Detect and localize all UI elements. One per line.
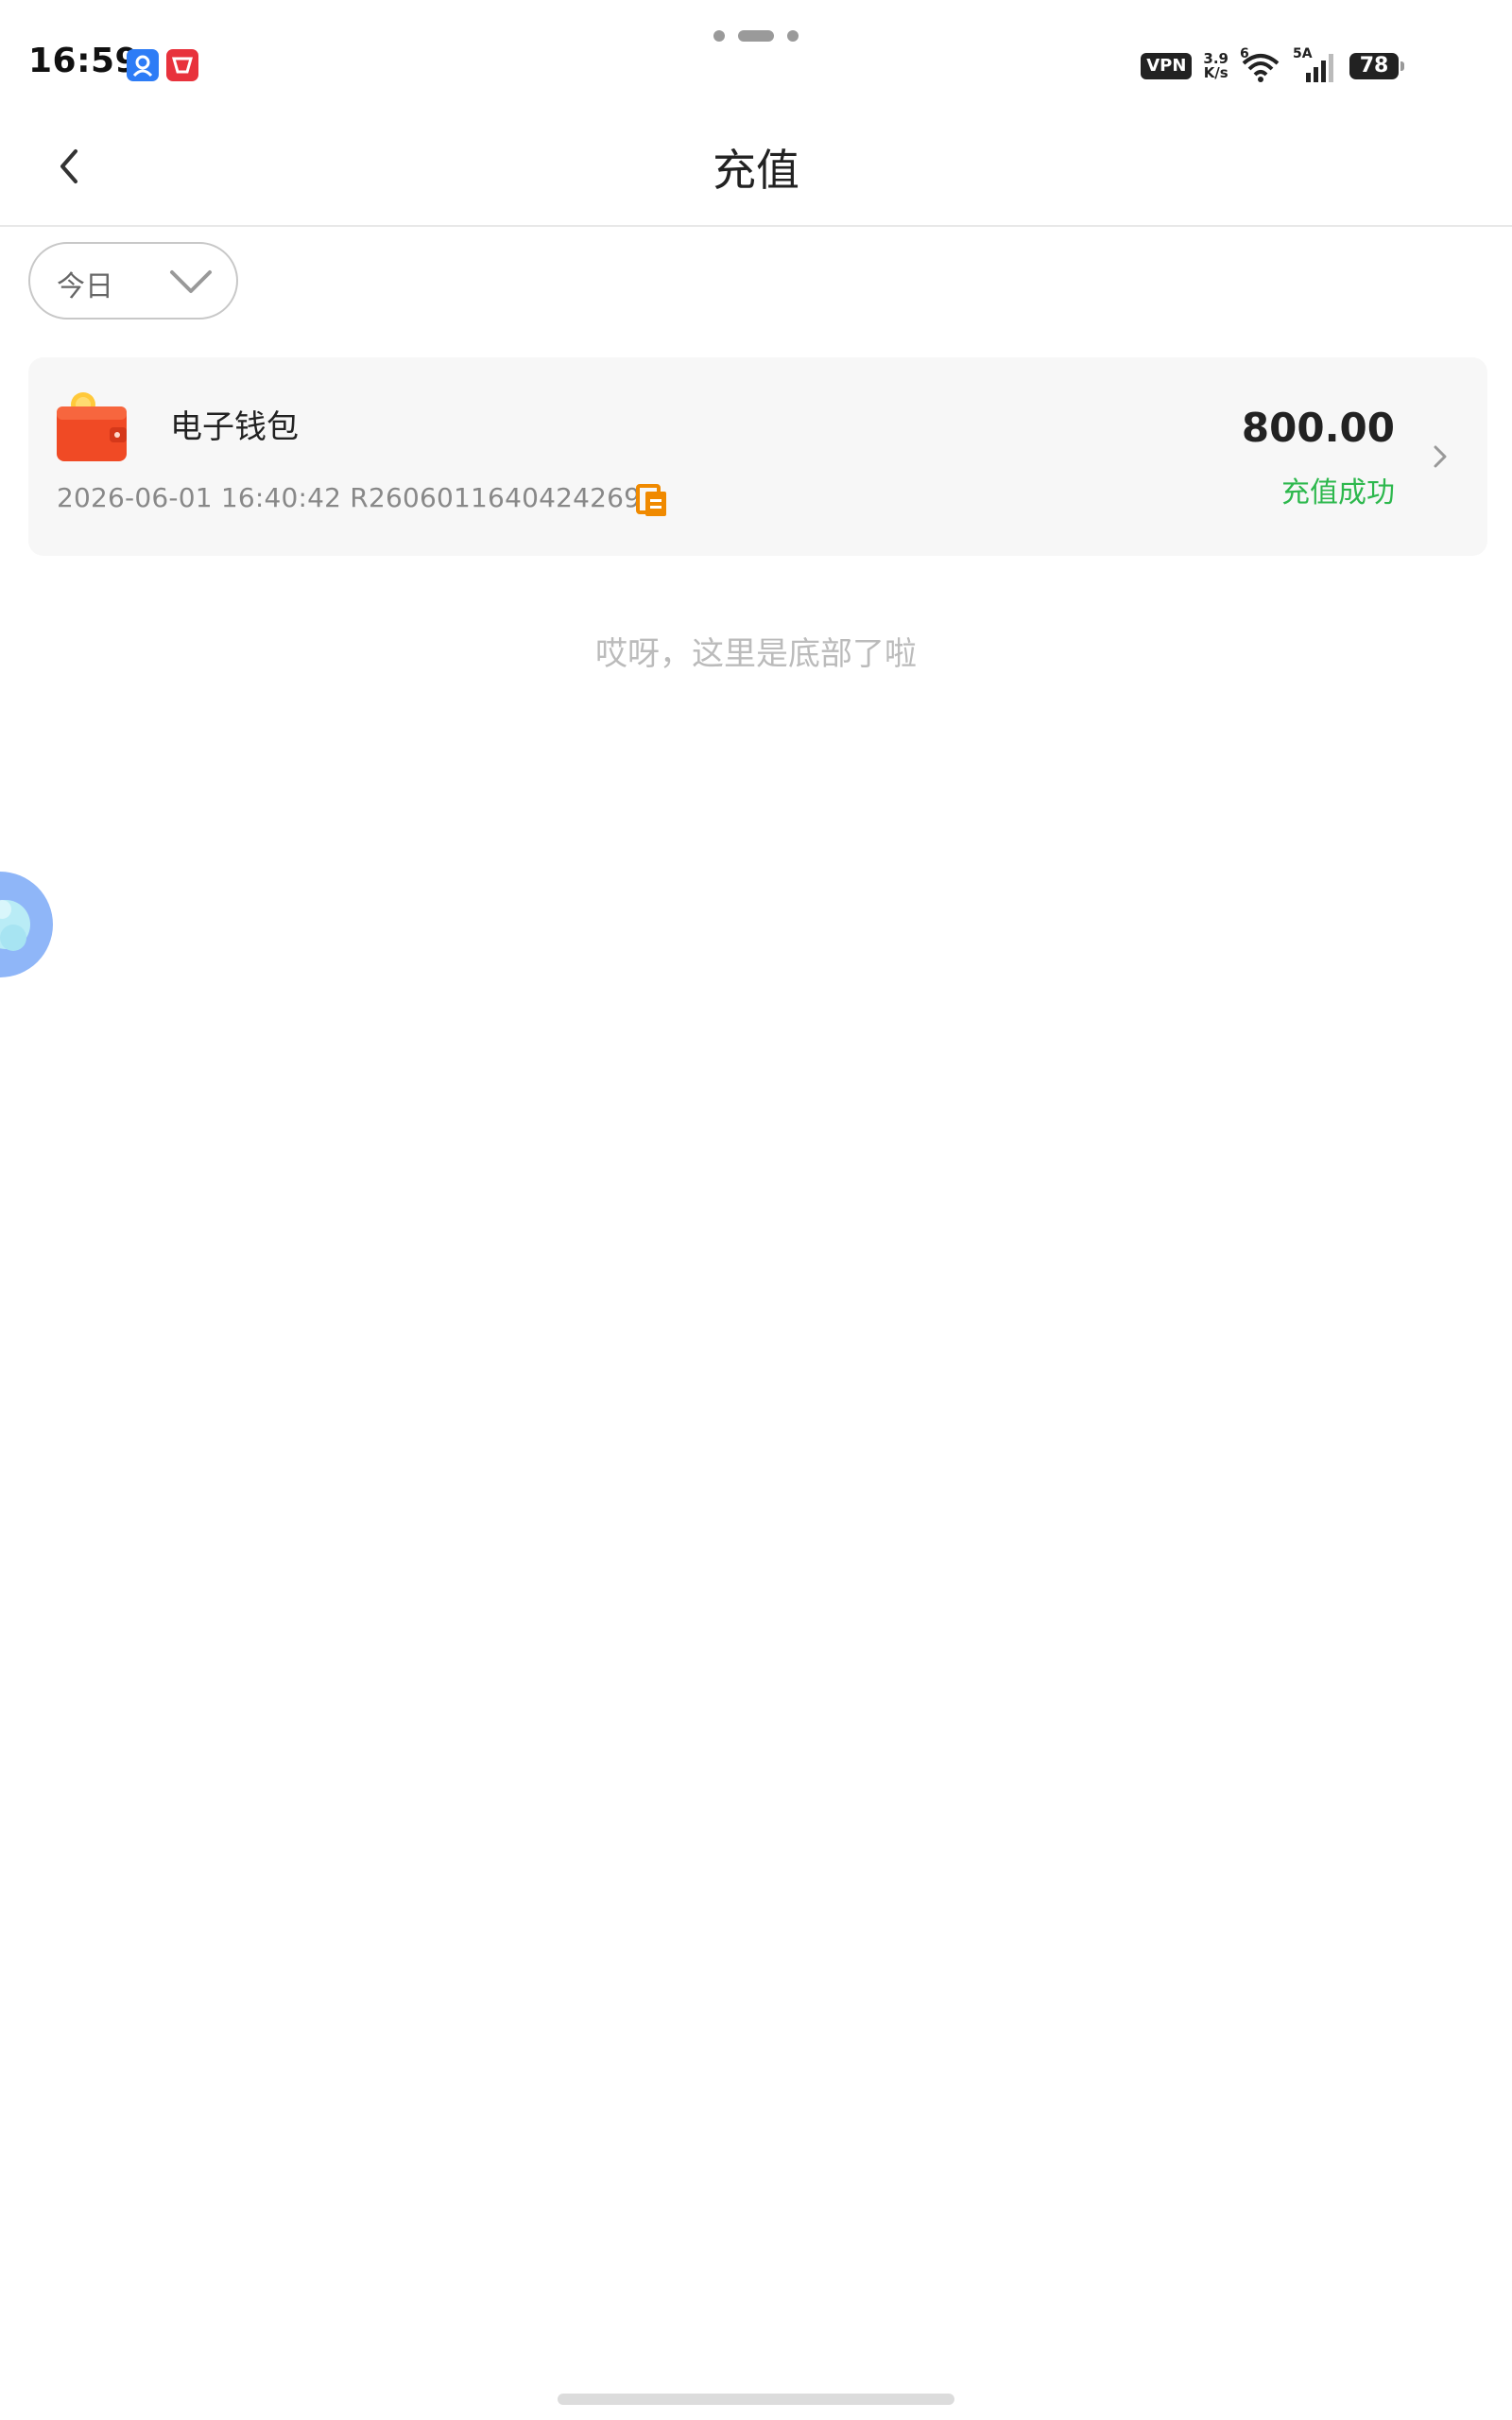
navigation-bar: 充值: [0, 113, 1512, 227]
battery-icon: 78: [1349, 53, 1404, 79]
wallet-icon: [57, 392, 127, 461]
status-time: 16:59: [28, 42, 140, 80]
record-amount: 800.00: [1241, 405, 1395, 451]
record-datetime: 2026-06-01 16:40:42: [57, 482, 342, 513]
wifi-icon: 6: [1240, 46, 1281, 82]
record-order-number: R2606011640424269: [350, 482, 642, 513]
network-speed-unit: K/s: [1203, 64, 1228, 81]
copy-icon[interactable]: [633, 480, 671, 518]
date-filter-dropdown[interactable]: 今日: [28, 242, 238, 320]
record-meta: 2026-06-01 16:40:42 R2606011640424269: [57, 482, 641, 513]
network-speed: 3.9 K/s: [1203, 52, 1228, 80]
date-filter-label: 今日: [57, 270, 113, 303]
home-indicator[interactable]: [558, 2394, 954, 2405]
chevron-right-icon: [1434, 445, 1447, 468]
status-indicators: VPN 3.9 K/s 6 5A 78: [1141, 46, 1404, 83]
floating-assistant-button[interactable]: [0, 872, 53, 977]
vpn-indicator: VPN: [1141, 53, 1193, 79]
recharge-record-item[interactable]: 电子钱包 2026-06-01 16:40:42 R26060116404242…: [28, 357, 1487, 556]
list-end-text: 哎呀，这里是底部了啦: [595, 635, 917, 673]
page-title: 充值: [713, 145, 799, 196]
app-notification-icon: [127, 49, 159, 81]
multi-window-handle[interactable]: [713, 28, 799, 43]
status-bar: 16:59 VPN 3.9 K/s 6 5A 78: [0, 0, 1512, 113]
app-notification-icon: [166, 49, 198, 81]
record-status: 充值成功: [1281, 476, 1395, 510]
cell-signal-icon: 5A: [1293, 46, 1338, 82]
chevron-down-icon: [170, 270, 212, 293]
assistant-icon: [0, 900, 30, 951]
record-title: 电子钱包: [170, 408, 299, 446]
